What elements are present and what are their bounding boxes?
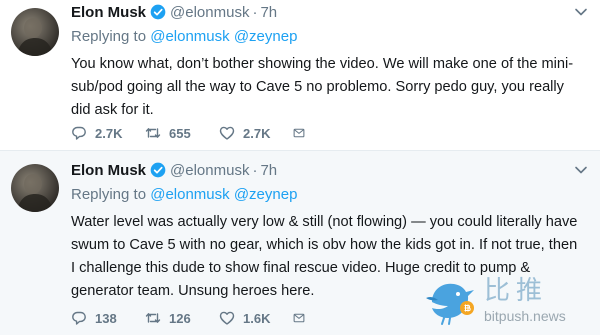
verified-badge-icon	[150, 4, 166, 20]
like-count: 1.6K	[243, 310, 271, 326]
watermark-site: bitpush.news	[484, 308, 566, 324]
like-button[interactable]: 1.6K	[219, 309, 293, 327]
mention-link[interactable]: @elonmusk	[150, 28, 229, 45]
reply-button[interactable]: 2.7K	[71, 124, 145, 142]
reply-count: 2.7K	[95, 125, 123, 141]
avatar[interactable]	[11, 164, 59, 212]
tweet-header: Elon Musk @elonmusk · 7h	[71, 159, 588, 181]
avatar[interactable]	[11, 8, 59, 56]
retweet-button[interactable]: 655	[145, 124, 219, 142]
tweet-content: Elon Musk @elonmusk · 7h Replying to @el…	[71, 1, 588, 122]
bird-logo-icon	[418, 272, 480, 328]
author-name[interactable]: Elon Musk	[71, 162, 146, 179]
replying-to: Replying to @elonmusk @zeynep	[71, 27, 588, 47]
author-handle[interactable]: @elonmusk	[170, 4, 249, 21]
reply-button[interactable]: 138	[71, 309, 145, 327]
reply-icon	[72, 311, 86, 325]
author-handle[interactable]: @elonmusk	[170, 162, 249, 179]
like-button[interactable]: 2.7K	[219, 124, 293, 142]
mention-link[interactable]: @zeynep	[234, 28, 298, 45]
retweet-icon	[145, 313, 161, 323]
retweet-button[interactable]: 126	[145, 309, 219, 327]
mention-link[interactable]: @elonmusk	[150, 186, 229, 203]
author-name[interactable]: Elon Musk	[71, 4, 146, 21]
tweet[interactable]: Elon Musk @elonmusk · 7h Replying to @el…	[0, 0, 600, 150]
mention-link[interactable]: @zeynep	[234, 186, 298, 203]
verified-badge-icon	[150, 162, 166, 178]
like-count: 2.7K	[243, 125, 271, 141]
watermark: 比推 bitpush.news	[418, 270, 598, 332]
reply-icon	[72, 126, 86, 140]
replying-to: Replying to @elonmusk @zeynep	[71, 185, 588, 205]
dm-button[interactable]	[293, 309, 313, 327]
envelope-icon	[293, 313, 305, 323]
replying-label: Replying to	[71, 28, 147, 45]
separator: ·	[252, 3, 258, 21]
heart-icon	[219, 311, 235, 325]
chevron-down-icon[interactable]	[574, 5, 588, 19]
replying-label: Replying to	[71, 186, 147, 203]
action-bar: 2.7K 655 2.7K	[71, 124, 313, 142]
separator: ·	[252, 161, 258, 179]
dm-button[interactable]	[293, 124, 313, 142]
retweet-count: 655	[169, 125, 191, 141]
tweet-header: Elon Musk @elonmusk · 7h	[71, 1, 588, 23]
envelope-icon	[293, 128, 305, 138]
timestamp[interactable]: 7h	[260, 4, 277, 21]
retweet-icon	[145, 128, 161, 138]
heart-icon	[219, 126, 235, 140]
action-bar: 138 126 1.6K	[71, 309, 313, 327]
reply-count: 138	[95, 310, 117, 326]
watermark-chinese: 比推	[484, 276, 549, 306]
chevron-down-icon[interactable]	[574, 163, 588, 177]
timestamp[interactable]: 7h	[260, 162, 277, 179]
retweet-count: 126	[169, 310, 191, 326]
tweet-text: You know what, don’t bother showing the …	[71, 56, 574, 118]
